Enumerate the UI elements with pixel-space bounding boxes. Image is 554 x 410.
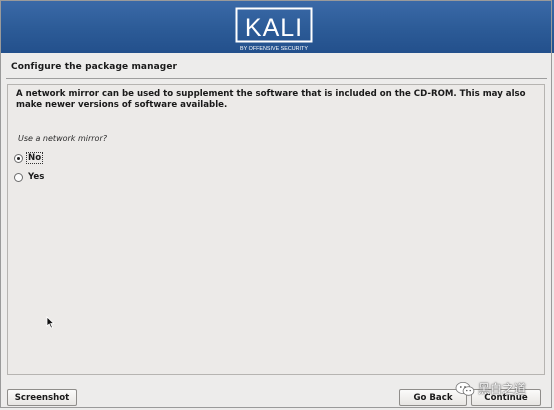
screenshot-button[interactable]: Screenshot (7, 389, 77, 406)
question-label: Use a network mirror? (18, 134, 107, 143)
radio-button-yes[interactable] (14, 172, 23, 182)
watermark: 黑白之道 (455, 380, 526, 397)
description-text: A network mirror can be used to suppleme… (16, 89, 526, 110)
kali-logo: KALI BY OFFENSIVE SECURITY (235, 7, 313, 52)
mouse-pointer-icon (46, 316, 55, 329)
radio-button-no[interactable] (14, 153, 23, 163)
logo-tagline: BY OFFENSIVE SECURITY (240, 46, 308, 52)
page-title: Configure the package manager (11, 62, 178, 72)
logo-word: KALI (245, 14, 303, 42)
radio-label-no[interactable]: No (25, 152, 44, 164)
radio-label-yes[interactable]: Yes (27, 172, 45, 182)
radio-option-yes[interactable]: Yes (14, 171, 45, 183)
radio-selected-dot (17, 156, 20, 160)
content-panel: A network mirror can be used to suppleme… (7, 84, 545, 375)
header-banner: KALI BY OFFENSIVE SECURITY (0, 0, 554, 53)
wechat-icon (455, 381, 475, 396)
watermark-text: 黑白之道 (478, 382, 527, 396)
radio-option-no[interactable]: No (14, 152, 44, 164)
title-divider (6, 78, 547, 79)
